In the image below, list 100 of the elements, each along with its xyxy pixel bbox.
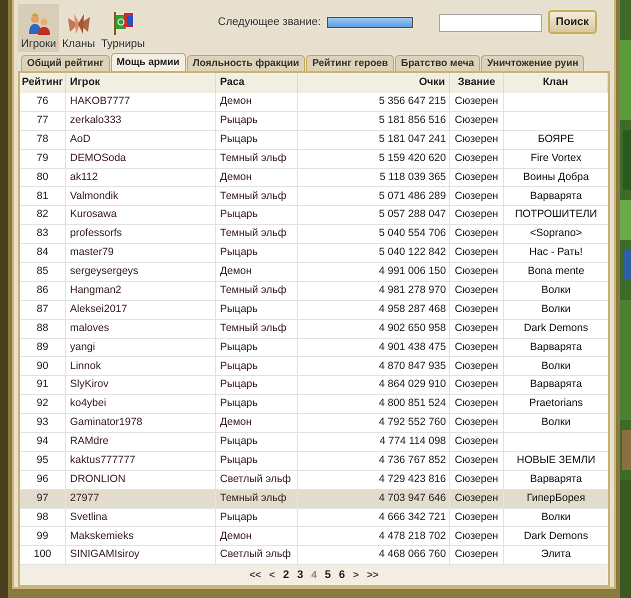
page-link[interactable]: 6 [338,567,346,584]
player-link[interactable]: Gaminator1978 [66,414,216,432]
table-row[interactable]: 98 Svetlina Рыцарь 4 666 342 721 Сюзерен Волки [20,508,608,528]
table-cell: 5 181 856 516 [298,112,450,130]
player-link[interactable]: Makskemieks [66,527,216,546]
table-row[interactable]: 81 Valmondik Темный эльф 5 071 486 289 Сюзерен Варварята [20,187,608,206]
clan-link[interactable]: Praetorians [529,396,583,412]
player-link[interactable]: SlyKirov [66,376,216,394]
table-row[interactable]: 88 maloves Темный эльф 4 902 650 958 Сюзерен Dark Demons [20,320,608,339]
player-link[interactable]: Linnok [66,357,216,376]
player-link[interactable]: yangi [66,338,216,356]
table-row[interactable]: 97 27977 Темный эльф 4 703 947 646 Сюзерен ГиперБорея [20,490,608,509]
player-link[interactable]: AoD [66,130,216,149]
player-link[interactable]: ko4ybei [66,395,216,414]
search-button[interactable]: Поиск [548,10,597,34]
table-cell: Сюзерен [450,452,504,470]
nav-button[interactable]: Кланы [59,4,98,52]
clan-link[interactable]: Fire Vortex [530,150,582,166]
table-row[interactable]: 100 SINIGAMIsiroy Светлый эльф 4 468 066 760 Сюзерен Элита [20,546,608,566]
player-link[interactable]: HAKOB7777 [66,93,216,111]
player-link[interactable]: Svetlina [66,508,216,526]
table-cell: 4 736 767 852 [298,452,450,470]
table-row[interactable]: 87 Aleksei2017 Рыцарь 4 958 287 468 Сюзерен Волки [20,300,608,320]
player-link[interactable]: zerkalo333 [66,112,216,130]
clan-link[interactable]: Варварята [530,340,582,356]
player-link[interactable]: sergeysergeys [66,263,216,281]
tab[interactable]: Рейтинг героев [306,55,394,71]
clan-link[interactable]: Нас - Рать! [529,245,583,261]
clan-link[interactable]: ПОТРОШИТЕЛИ [514,207,598,224]
table-row[interactable]: 94 RAMdre Рыцарь 4 774 114 098 Сюзерен [20,433,608,452]
table-cell: 4 468 066 760 [298,546,450,564]
table-row[interactable]: 84 master79 Рыцарь 5 040 122 842 Сюзерен Нас - Рать! [20,244,608,264]
tab[interactable]: Лояльность фракции [186,55,306,71]
clan-link[interactable]: Волки [541,302,571,318]
player-link[interactable]: master79 [66,244,216,262]
table-row[interactable]: 91 SlyKirov Рыцарь 4 864 029 910 Сюзерен Варварята [20,376,608,396]
table-row[interactable]: 96 DRONLION Светлый эльф 4 729 423 816 Сюзерен Варварята [20,470,608,490]
table-row[interactable]: 76 HAKOB7777 Демон 5 356 647 215 Сюзерен [20,93,608,112]
tab[interactable]: Мощь армии [110,53,186,71]
table-cell: 5 159 420 620 [298,150,450,168]
table-cell: 76 [20,93,66,111]
clan-link[interactable]: ГиперБорея [526,490,586,507]
search-field[interactable] [438,14,542,32]
player-link[interactable]: Valmondik [66,187,216,206]
nav-button[interactable]: Турниры [98,4,148,52]
nav-button[interactable]: Игроки [18,4,60,52]
player-link[interactable]: DRONLION [66,470,216,489]
player-link[interactable]: kaktus777777 [66,452,216,470]
player-link[interactable]: RAMdre [66,433,216,451]
table-row[interactable]: 79 DEMOSoda Темный эльф 5 159 420 620 Сюзерен Fire Vortex [20,150,608,169]
table-row[interactable]: 86 Hangman2 Темный эльф 4 981 278 970 Сюзерен Волки [20,282,608,301]
table-row[interactable]: 89 yangi Рыцарь 4 901 438 475 Сюзерен Варварята [20,338,608,358]
table-row[interactable]: 95 kaktus777777 Рыцарь 4 736 767 852 Сюзерен НОВЫЕ ЗЕМЛИ [20,452,608,471]
table-row[interactable]: 92 ko4ybei Рыцарь 4 800 851 524 Сюзерен Praetorians [20,395,608,414]
page-link[interactable]: 3 [297,567,304,584]
clan-link[interactable]: Bona mente [528,264,584,280]
tab[interactable]: Братство меча [395,55,480,71]
player-link[interactable]: ak112 [66,168,216,186]
page-link[interactable]: 5 [324,567,331,584]
player-link[interactable]: Aleksei2017 [66,300,216,319]
clan-link[interactable]: <Soprano> [530,226,582,242]
table-row[interactable]: 82 Kurosawa Рыцарь 5 057 288 047 Сюзерен ПОТРОШИТЕЛИ [20,206,608,226]
table-row[interactable]: 99 Makskemieks Демон 4 478 218 702 Сюзерен Dark Demons [20,527,608,546]
table-row[interactable]: 78 AoD Рыцарь 5 181 047 241 Сюзерен БОЯРЕ [20,130,608,150]
tab[interactable]: Общий рейтинг [21,55,110,71]
table-cell: 80 [20,168,66,186]
clan-link[interactable]: Варварята [530,377,582,394]
clan-link[interactable]: Волки [541,510,571,526]
table-row[interactable]: 93 Gaminator1978 Демон 4 792 552 760 Сюзерен Волки [20,414,608,434]
table-row[interactable]: 90 Linnok Рыцарь 4 870 847 935 Сюзерен Волки [20,357,608,376]
table-cell: Сюзерен [450,357,504,376]
clan-link[interactable]: Волки [541,415,571,431]
clan-link[interactable]: Dark Demons [524,528,588,544]
table-row[interactable]: 80 ak112 Демон 5 118 039 365 Сюзерен Воины Добра [20,168,608,188]
player-link[interactable]: Hangman2 [66,282,216,300]
player-link[interactable]: DEMOSoda [66,150,216,168]
clan-link[interactable]: Варварята [530,472,582,488]
table-row[interactable]: 85 sergeysergeys Демон 4 991 006 150 Сюзерен Bona mente [20,263,608,282]
clan-link[interactable]: НОВЫЕ ЗЕМЛИ [516,452,596,469]
player-link[interactable]: maloves [66,320,216,338]
table-cell: Демон [216,414,298,432]
clan-link[interactable]: Волки [541,282,571,299]
table-cell: 96 [20,470,66,489]
clan-link[interactable]: Элита [541,547,571,564]
player-link[interactable]: 27977 [66,490,216,508]
tab[interactable]: Уничтожение руин [481,55,584,71]
clan-link[interactable]: Варварята [530,188,582,204]
clan-link[interactable]: БОЯРЕ [538,132,574,148]
table-cell: Сюзерен [450,263,504,281]
player-link[interactable]: SINIGAMIsiroy [66,546,216,564]
table-cell: 4 870 847 935 [298,357,450,376]
clan-link[interactable]: Волки [541,358,571,374]
clan-link[interactable]: Воины Добра [523,170,589,186]
clan-link[interactable]: Dark Demons [524,320,588,336]
table-cell: 4 981 278 970 [298,282,450,300]
table-row[interactable]: 77 zerkalo333 Рыцарь 5 181 856 516 Сюзерен [20,112,608,131]
page-link[interactable]: 2 [282,567,290,584]
player-link[interactable]: Kurosawa [66,206,216,224]
player-link[interactable]: professorfs [66,225,216,244]
table-row[interactable]: 83 professorfs Темный эльф 5 040 554 706 Сюзерен <Soprano> [20,225,608,244]
